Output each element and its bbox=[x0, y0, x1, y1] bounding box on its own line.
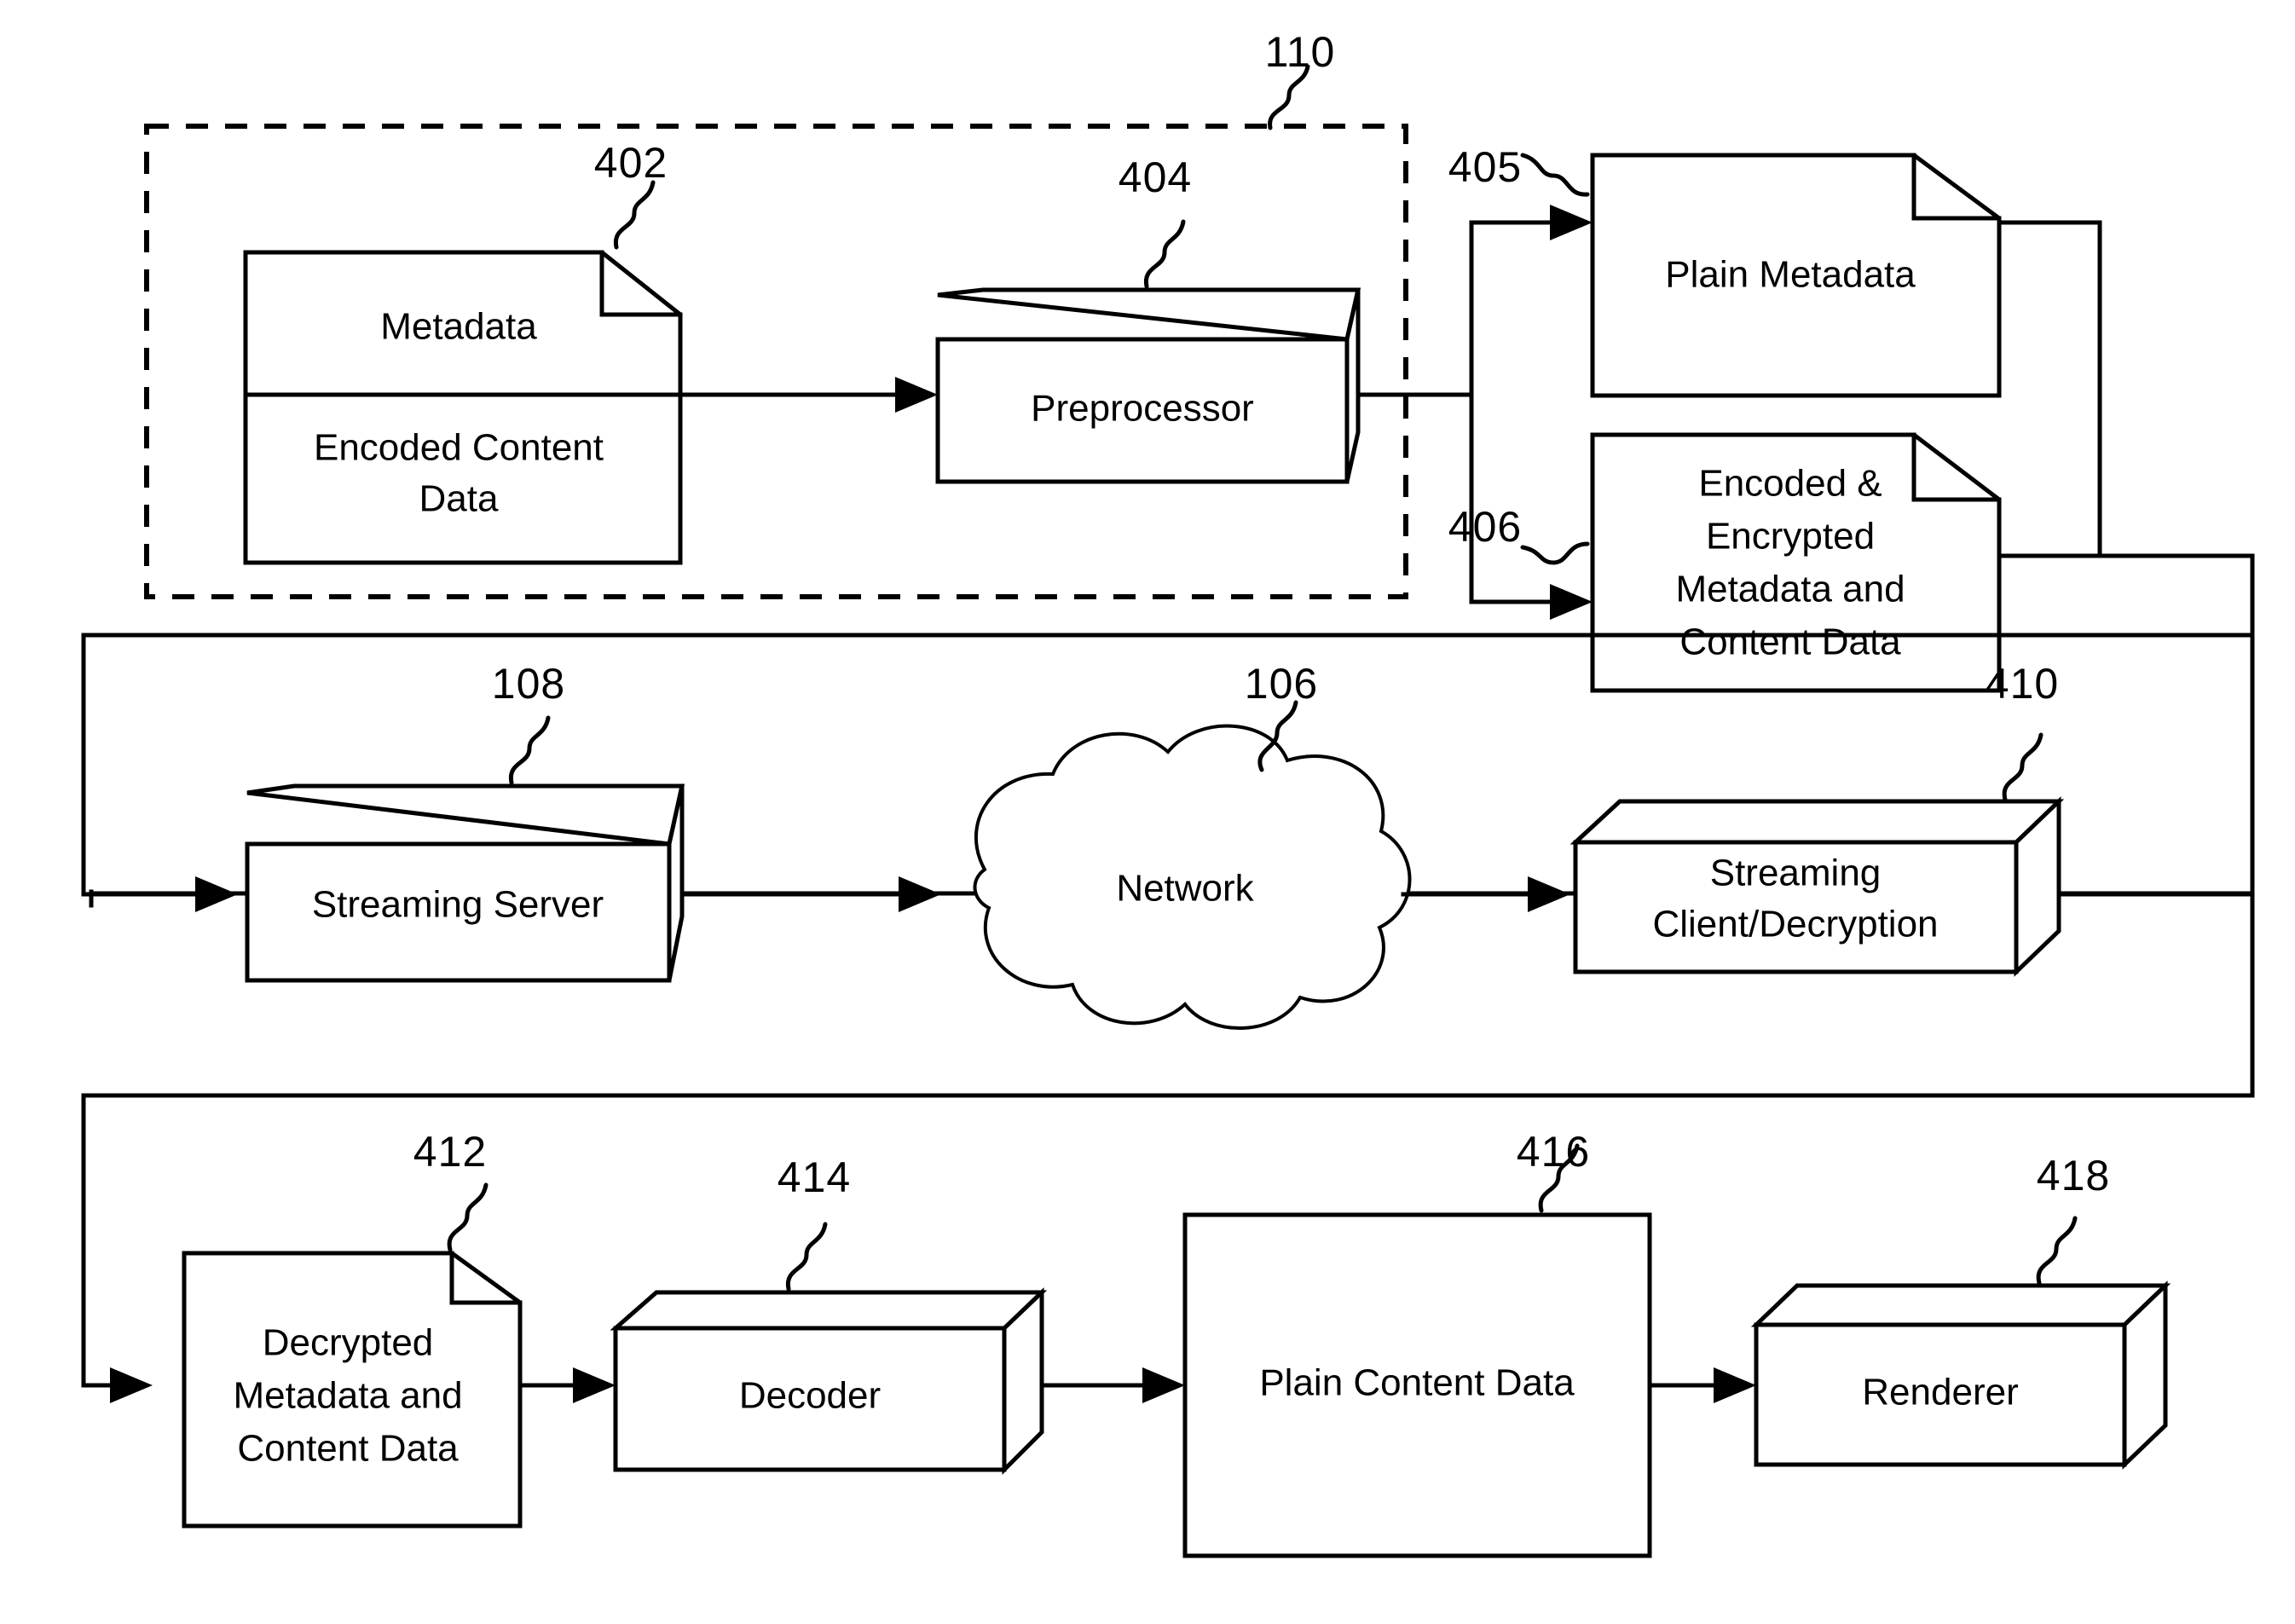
ref-number-402: 402 bbox=[594, 139, 668, 187]
leader-line-406 bbox=[1520, 541, 1590, 565]
connector-402-to-404 bbox=[678, 377, 938, 413]
connector-108-to-106-arrowhead bbox=[899, 876, 941, 912]
document-412-line-1: Metadata and bbox=[233, 1375, 462, 1417]
connector-to-405-path bbox=[1469, 220, 1564, 397]
connector-106-to-410 bbox=[1401, 876, 1570, 912]
connector-412-to-414 bbox=[517, 1367, 616, 1403]
leader-line-412 bbox=[447, 1182, 488, 1252]
cube-410-top-face bbox=[1570, 799, 2065, 845]
connector-414-to-416-arrowhead bbox=[1142, 1367, 1185, 1403]
leader-line-108 bbox=[508, 715, 551, 785]
patent-figure: 110 Metadata Encoded Content Data 402 Pr… bbox=[0, 0, 2295, 1624]
ref-number-106: 106 bbox=[1245, 660, 1318, 708]
connector-106-to-410-arrowhead bbox=[1528, 876, 1570, 912]
ref-number-410: 410 bbox=[1986, 660, 2059, 708]
cube-414-decoder: Decoder 414 bbox=[610, 1153, 1048, 1476]
connector-412-to-414-arrowhead bbox=[573, 1367, 616, 1403]
cube-108-label: Streaming Server bbox=[312, 884, 604, 926]
diagram-canvas: 110 Metadata Encoded Content Data 402 Pr… bbox=[0, 0, 2295, 1624]
ref-number-405: 405 bbox=[1448, 143, 1522, 191]
rail-row1-to-row2-arrowhead bbox=[195, 876, 238, 912]
cube-410-line-1: Client/Decryption bbox=[1652, 904, 1938, 945]
document-405-label: Plain Metadata bbox=[1665, 254, 1916, 296]
cube-418-label: Renderer bbox=[1862, 1372, 2018, 1413]
connector-416-to-418-arrowhead bbox=[1714, 1367, 1756, 1403]
ref-number-110: 110 bbox=[1265, 28, 1336, 76]
document-412-line-2: Content Data bbox=[237, 1428, 459, 1470]
connector-to-406-path bbox=[1469, 392, 1564, 604]
ref-number-108: 108 bbox=[492, 660, 565, 708]
rect-416-label: Plain Content Data bbox=[1259, 1362, 1575, 1404]
routing-405-right bbox=[1997, 220, 2102, 558]
rail-row2-to-row3-arrowhead bbox=[110, 1367, 153, 1403]
document-405-plain-metadata: Plain Metadata 405 bbox=[1448, 143, 2002, 398]
document-402-source: Metadata Encoded Content Data 402 bbox=[243, 139, 683, 565]
leader-line-402 bbox=[613, 180, 656, 250]
leader-line-405 bbox=[1520, 153, 1590, 197]
cube-414-label: Decoder bbox=[739, 1375, 881, 1417]
ref-number-414: 414 bbox=[778, 1153, 851, 1201]
leader-line-410 bbox=[2002, 732, 2044, 802]
cloud-106-label: Network bbox=[1116, 868, 1254, 910]
document-406-line-1: Encrypted bbox=[1706, 516, 1875, 558]
connector-to-405-arrowhead bbox=[1550, 205, 1593, 240]
connector-404-to-405-406 bbox=[1356, 205, 1593, 620]
document-406-encrypted: Encoded & Encrypted Metadata and Content… bbox=[1448, 432, 2002, 693]
ref-number-412: 412 bbox=[413, 1128, 487, 1176]
document-402-section-1-line-1: Data bbox=[419, 478, 499, 520]
connector-108-to-106 bbox=[679, 876, 941, 912]
document-402-section-0-label: Metadata bbox=[380, 306, 537, 348]
document-402-section-1-line-0: Encoded Content bbox=[314, 427, 604, 469]
ref-number-416: 416 bbox=[1517, 1128, 1590, 1176]
cloud-106-network: Network 106 bbox=[973, 660, 1412, 1030]
document-412-line-0: Decrypted bbox=[263, 1322, 434, 1364]
cube-404-label: Preprocessor bbox=[1031, 388, 1254, 430]
connector-416-to-418 bbox=[1647, 1367, 1756, 1403]
connector-402-to-404-arrowhead bbox=[895, 377, 938, 413]
leader-line-414 bbox=[785, 1222, 828, 1292]
document-406-line-3: Content Data bbox=[1679, 621, 1901, 663]
cube-108-streaming-server: Streaming Server 108 bbox=[245, 660, 685, 983]
document-406-line-0: Encoded & bbox=[1698, 463, 1882, 505]
document-406-line-2: Metadata and bbox=[1675, 569, 1905, 610]
document-412-decrypted: Decrypted Metadata and Content Data 412 bbox=[182, 1128, 523, 1529]
leader-line-404 bbox=[1143, 219, 1186, 289]
ref-number-406: 406 bbox=[1448, 503, 1522, 551]
cube-418-renderer: Renderer 418 bbox=[1750, 1152, 2171, 1470]
leader-line-418 bbox=[2036, 1216, 2078, 1286]
cube-410-line-0: Streaming bbox=[1710, 852, 1882, 894]
cube-404-top-face bbox=[937, 287, 1361, 342]
cube-404-preprocessor: Preprocessor 404 bbox=[935, 153, 1361, 484]
cube-418-top-face bbox=[1750, 1283, 2171, 1327]
ref-number-418: 418 bbox=[2037, 1152, 2110, 1199]
cube-414-top-face bbox=[610, 1290, 1048, 1331]
connector-414-to-416 bbox=[1039, 1367, 1185, 1403]
cube-108-top-face bbox=[246, 783, 685, 847]
rect-416-plain-content-data: Plain Content Data 416 bbox=[1182, 1128, 1652, 1558]
connector-to-406-arrowhead bbox=[1550, 584, 1593, 620]
ref-number-404: 404 bbox=[1119, 153, 1192, 201]
cube-410-streaming-client: Streaming Client/Decryption 410 bbox=[1570, 660, 2065, 977]
